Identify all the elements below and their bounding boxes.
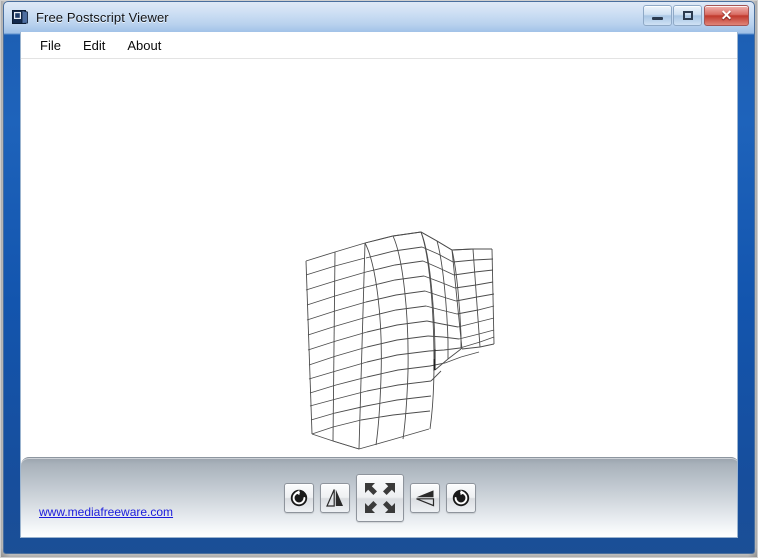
- menu-item-about[interactable]: About: [116, 35, 172, 56]
- flip-horizontal-button[interactable]: [320, 483, 350, 513]
- application-window: Free Postscript Viewer ✕ File Edit About: [0, 0, 758, 558]
- menu-item-edit[interactable]: Edit: [72, 35, 116, 56]
- flip-horizontal-icon: [326, 489, 343, 507]
- rotate-counterclockwise-icon: [290, 489, 308, 507]
- menu-item-file[interactable]: File: [29, 35, 72, 56]
- wireframe-mesh-drawing: [305, 231, 495, 450]
- menu-bar: File Edit About: [21, 32, 737, 59]
- document-app-icon: [12, 9, 28, 25]
- rotate-clockwise-icon: [452, 489, 470, 507]
- title-bar[interactable]: Free Postscript Viewer ✕: [3, 1, 755, 33]
- rotate-right-button[interactable]: [446, 483, 476, 513]
- window-controls: ✕: [642, 4, 749, 26]
- close-button[interactable]: ✕: [704, 4, 749, 26]
- maximize-button[interactable]: [673, 4, 702, 26]
- flip-vertical-icon: [416, 490, 435, 507]
- tool-button-group: [21, 458, 737, 537]
- minimize-icon: [652, 16, 663, 20]
- bottom-toolbar-panel: www.mediafreeware.com: [21, 457, 737, 537]
- expand-arrows-icon: [365, 483, 395, 513]
- close-icon: ✕: [720, 7, 733, 23]
- maximize-icon: [682, 10, 693, 20]
- rotate-left-button[interactable]: [284, 483, 314, 513]
- minimize-button[interactable]: [643, 4, 672, 26]
- flip-vertical-button[interactable]: [410, 483, 440, 513]
- document-canvas[interactable]: [21, 59, 737, 484]
- fit-to-window-button[interactable]: [356, 474, 404, 522]
- window-title: Free Postscript Viewer: [36, 9, 169, 25]
- client-area: File Edit About www.mediafreeware.com: [20, 32, 738, 538]
